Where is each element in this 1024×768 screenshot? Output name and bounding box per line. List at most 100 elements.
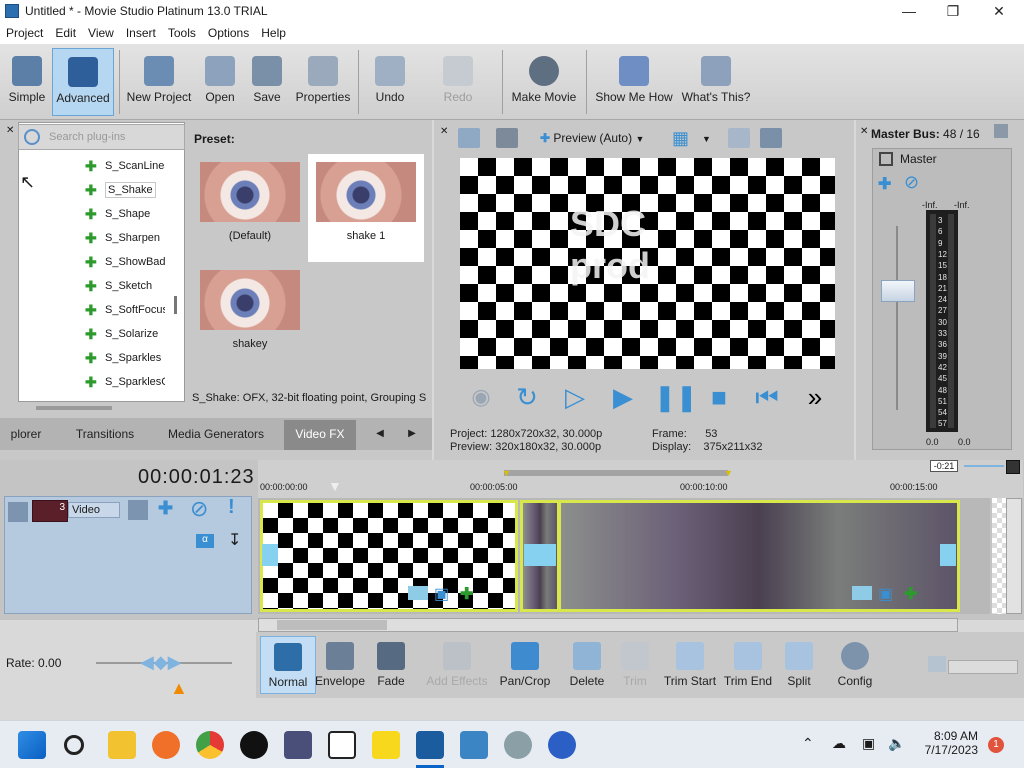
scrollbar-thumb[interactable] [277,620,387,630]
plugin-item[interactable]: ✚ S_Sketch [85,276,165,296]
stop-icon[interactable]: ■ [702,380,736,414]
close-panel-icon[interactable]: ✕ [6,126,16,136]
plugin-item[interactable]: ✚ S_SoftFocus [85,300,165,320]
vertical-scrollbar[interactable] [174,296,177,314]
timeline-horizontal-scrollbar[interactable] [258,618,958,632]
save-button[interactable]: Save [246,48,288,116]
screen-recorder-icon[interactable] [240,731,268,759]
fade-button[interactable]: Fade [366,636,416,694]
notification-badge[interactable]: 1 [988,737,1004,753]
firefox-icon[interactable] [152,731,180,759]
loop-region[interactable] [504,470,728,476]
make-compositing-child-icon[interactable]: ↧ [228,530,241,550]
plugin-item[interactable]: ✚ S_Sharpen [85,228,165,248]
close-button[interactable]: ✕ [976,0,1022,22]
menu-edit[interactable]: Edit [49,22,82,44]
plugin-item-selected[interactable]: ✚ S_Shake [85,180,165,200]
chevron-up-icon[interactable]: ⌃ [802,735,814,752]
start-icon[interactable] [18,731,46,759]
solo-icon[interactable]: ! [228,496,235,519]
clock[interactable]: 8:09 AM 7/17/2023 [916,729,978,757]
minimize-button[interactable]: — [886,0,932,22]
plugin-item[interactable]: ✚S_ScanLinesI [85,156,165,176]
trim-end-button[interactable]: Trim End [720,636,776,694]
track-name-field[interactable]: Video [68,502,120,518]
show-me-how-button[interactable]: Show Me How [592,48,676,116]
normal-tool-button[interactable]: Normal [260,636,316,694]
vertical-scrollbar[interactable] [1006,498,1022,614]
video-clip-clouds[interactable] [558,500,960,612]
tab-media-generators[interactable]: Media Generators [156,420,276,450]
mixer-properties-icon[interactable] [994,124,1008,138]
make-movie-button[interactable]: Make Movie [508,48,580,116]
preview-quality-dropdown[interactable]: ✚ Preview (Auto) ▼ [540,130,644,147]
clip-pan-crop-icon[interactable]: ▣ [434,584,449,604]
play-from-start-icon[interactable]: ▷ [558,380,592,414]
envelope-tool-button[interactable]: Envelope [312,636,368,694]
clip-event-fx-icon[interactable] [408,586,428,600]
track-motion-icon[interactable] [128,500,148,520]
monitor-icon[interactable] [496,128,518,148]
loop-start-marker[interactable]: ▼ [502,468,511,478]
display-icon[interactable]: ▣ [862,735,875,752]
plugin-item[interactable]: ✚ S_Solarize [85,324,165,344]
video-editor-icon[interactable] [284,731,312,759]
menu-view[interactable]: View [82,22,120,44]
loop-end-marker[interactable]: ▼ [724,468,733,478]
undo-button[interactable]: Undo [366,48,414,116]
yellow-app-icon[interactable] [372,731,400,759]
video-clip-checkerboard[interactable] [260,500,518,612]
search-icon[interactable] [64,735,84,755]
menu-tools[interactable]: Tools [162,22,202,44]
clip-fx-plus-icon[interactable]: ✚ [460,584,473,604]
fast-forward-icon[interactable]: » [798,380,832,414]
compositing-mode-icon[interactable]: α [196,534,214,548]
trim-start-button[interactable]: Trim Start [660,636,720,694]
plugin-item[interactable]: ✚S_ShowBadC [85,252,165,272]
go-to-start-icon[interactable]: ⏮ [750,380,784,414]
clip-handle-left[interactable] [262,544,278,566]
delete-button[interactable]: Delete [562,636,612,694]
movie-studio-taskbar-icon[interactable] [416,731,444,759]
tab-transitions[interactable]: Transitions [62,420,148,450]
zoom-slider[interactable] [948,660,1018,674]
network-app-icon[interactable] [504,731,532,759]
menu-insert[interactable]: Insert [120,22,162,44]
play-icon[interactable]: ▶ [606,380,640,414]
plugin-search-input[interactable]: Search plug-ins [18,124,185,150]
menu-project[interactable]: Project [0,22,49,44]
record-icon[interactable]: ◉ [464,380,498,414]
copy-snapshot-icon[interactable] [728,128,750,148]
whats-this-button[interactable]: What's This? [680,48,752,116]
file-explorer-icon[interactable] [108,731,136,759]
playhead-marker[interactable]: ▼ [328,478,342,494]
open-button[interactable]: Open [198,48,242,116]
preset-shakey[interactable]: shakey [192,262,308,370]
save-snapshot-icon[interactable] [760,128,782,148]
project-properties-icon[interactable] [458,128,480,148]
clip-handle-right[interactable] [940,544,956,566]
clip-pan-crop-icon[interactable]: ▣ [878,584,893,604]
master-fx-plus-icon[interactable]: ✚ [878,174,891,194]
tab-scroll-left-icon[interactable]: ◀ [368,420,392,450]
filezilla-icon[interactable] [328,731,356,759]
loop-icon[interactable]: ↻ [510,380,544,414]
clip-event-fx-icon[interactable] [852,586,872,600]
preset-shake-1[interactable]: shake 1 [308,154,424,262]
new-project-button[interactable]: New Project [124,48,194,116]
timeline-menu-icon[interactable] [1006,460,1020,474]
maximize-button[interactable]: ❐ [930,0,976,22]
grid-overlay-icon[interactable]: ▦ [672,128,689,148]
movie-maker-icon[interactable] [460,731,488,759]
track-fx-icon[interactable]: ✚ [158,498,173,519]
redo-button[interactable]: Redo [434,48,482,116]
close-preview-icon[interactable]: ✕ [440,126,448,137]
horizontal-scrollbar[interactable] [36,406,112,410]
transition-handle[interactable] [524,544,556,566]
pause-icon[interactable]: ❚❚ [654,380,698,414]
tab-explorer[interactable]: plorer [4,420,48,450]
config-button[interactable]: Config [828,636,882,694]
v-app-icon[interactable] [548,731,576,759]
add-effects-button[interactable]: Add Effects [424,636,490,694]
clip-fx-plus-icon[interactable]: ✚ [904,584,917,604]
